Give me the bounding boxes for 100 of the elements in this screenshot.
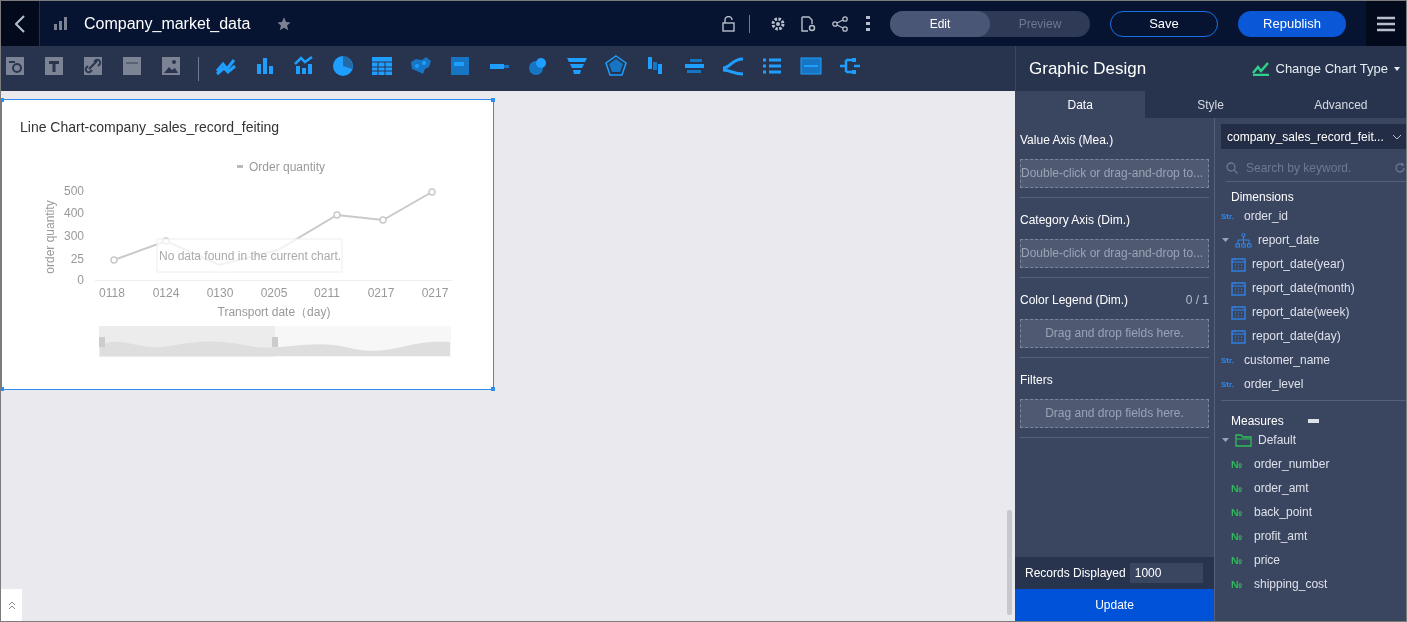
well-label: Value Axis (Mea.) [1020, 133, 1114, 147]
axis-tick-label: 0211 [314, 286, 340, 300]
scrollbar[interactable] [1007, 510, 1012, 615]
field-item[interactable]: Str. customer_name [1221, 348, 1406, 372]
type-label: Str. [1221, 211, 1235, 221]
line-chart-icon [1251, 61, 1270, 76]
well-label: Filters [1020, 373, 1053, 387]
field-item[interactable]: report_date(year) [1231, 252, 1406, 276]
axis-tick-label: 0124 [152, 286, 180, 300]
folder-icon [1235, 433, 1252, 447]
field-item[interactable]: report_date(month) [1231, 276, 1406, 300]
axis-title: Transport date（day) [217, 305, 331, 319]
section-title: Measures [1231, 414, 1284, 428]
bar-chart-icon [54, 17, 68, 30]
field-item[interactable]: Str. order_level [1221, 372, 1406, 396]
axis-tick-label: 0205 [260, 286, 288, 300]
panel-tab[interactable]: Data [1015, 91, 1146, 118]
field-name: report_date [1258, 233, 1320, 247]
field-name: Default [1258, 433, 1297, 447]
chart-title: Line Chart-company_sales_record_feiting [20, 119, 281, 135]
field-item[interactable]: № price [1231, 548, 1406, 572]
calendar-icon [1231, 304, 1246, 320]
search-icon [1226, 162, 1238, 174]
axis-tick-label: 25 [70, 252, 84, 266]
mode-tab[interactable]: Edit [890, 10, 990, 37]
type-label: № [1231, 482, 1244, 494]
caret-icon[interactable] [1221, 238, 1229, 242]
update-button[interactable]: Update [1015, 589, 1214, 621]
data-point [110, 256, 118, 264]
range-handle[interactable] [99, 337, 105, 347]
field-name: order_level [1244, 377, 1304, 391]
type-label: № [1231, 554, 1244, 566]
pie-chart-icon[interactable] [331, 53, 355, 78]
hierarchy-icon [1235, 232, 1252, 248]
type-label: № [1231, 578, 1244, 590]
field-item[interactable]: № shipping_cost [1231, 572, 1406, 596]
menu-icon[interactable] [1377, 15, 1395, 32]
axis-tick-label: 0 [77, 273, 84, 287]
field-item[interactable]: № back_point [1231, 500, 1406, 524]
calendar-icon [1231, 280, 1246, 296]
field-item[interactable]: № order_number [1231, 452, 1406, 476]
star-icon[interactable] [276, 15, 293, 32]
radar-chart-icon[interactable] [604, 53, 628, 78]
axis-tick-label: 0217 [421, 286, 449, 300]
field-name: customer_name [1244, 353, 1331, 367]
lock-icon[interactable] [722, 15, 735, 32]
field-item[interactable]: report_date(week) [1231, 300, 1406, 324]
collapse-icon[interactable] [1307, 419, 1319, 423]
axis-tick-label: 500 [63, 184, 84, 198]
field-name: price [1254, 553, 1280, 567]
share-icon[interactable] [832, 15, 848, 32]
field-count: 0 / 1 [1185, 293, 1209, 307]
field-name: back_point [1254, 505, 1313, 519]
records-input[interactable]: 1000 [1129, 563, 1203, 583]
panel-tab[interactable]: Advanced [1275, 91, 1406, 118]
field-name: report_date(year) [1252, 257, 1345, 271]
axis-title: order quantity [43, 200, 57, 274]
field-name: report_date(month) [1252, 281, 1355, 295]
data-point [428, 188, 436, 196]
field-name: order_id [1244, 209, 1289, 223]
axis-tick-label: 0217 [367, 286, 395, 300]
field-item[interactable]: № order_amt [1231, 476, 1406, 500]
legend-label: Order quantity [249, 160, 326, 174]
section-title: Dimensions [1231, 190, 1294, 204]
dataset-select[interactable]: company_sales_record_feit... [1221, 124, 1406, 149]
document-settings-icon[interactable] [800, 15, 816, 32]
axis-tick-label: 400 [63, 206, 84, 220]
field-item[interactable]: Default [1221, 428, 1406, 452]
range-handle[interactable] [272, 337, 278, 347]
expand-up-icon[interactable] [7, 600, 16, 610]
panel-tab[interactable]: Style [1145, 91, 1276, 118]
axis-tick-label: 0130 [206, 286, 234, 300]
field-name: report_date(week) [1252, 305, 1350, 319]
field-item[interactable]: Str. order_id [1221, 204, 1406, 228]
back-icon[interactable] [15, 14, 25, 33]
field-item[interactable]: report_date [1221, 228, 1406, 252]
field-item[interactable]: № profit_amt [1231, 524, 1406, 548]
well-label: Color Legend (Dim.) [1020, 293, 1129, 307]
type-label: № [1231, 506, 1244, 518]
records-label: Records Displayed [1025, 566, 1126, 580]
field-name: order_amt [1254, 481, 1309, 495]
field-name: order_number [1254, 457, 1330, 471]
calendar-icon [1231, 256, 1246, 272]
axis-tick-label: 300 [63, 229, 84, 243]
range-slider[interactable] [99, 326, 451, 357]
type-label: № [1231, 458, 1244, 470]
type-label: № [1231, 530, 1244, 542]
field-item[interactable]: report_date(day) [1231, 324, 1406, 348]
type-label: Str. [1221, 355, 1235, 365]
type-label: Str. [1221, 379, 1235, 389]
republish-button[interactable]: Republish [1238, 10, 1346, 37]
more-icon[interactable] [866, 15, 870, 32]
change-chart-type-button[interactable]: Change Chart Type [1251, 61, 1400, 76]
data-point [333, 211, 341, 219]
caret-icon[interactable] [1221, 438, 1229, 442]
legend-marker [237, 165, 243, 168]
field-name: shipping_cost [1254, 577, 1328, 591]
field-name: profit_amt [1254, 529, 1308, 543]
report-title: Company_market_data [84, 14, 251, 33]
settings-icon[interactable] [770, 15, 786, 32]
